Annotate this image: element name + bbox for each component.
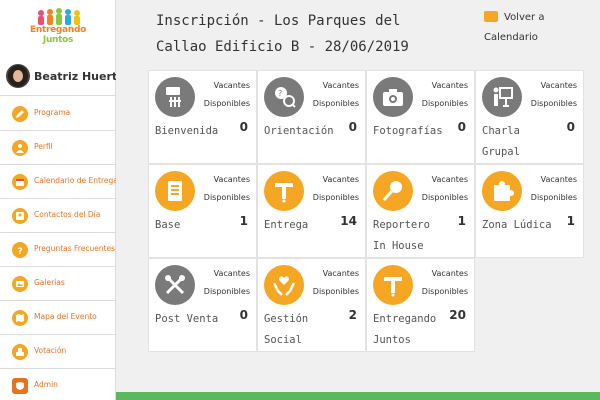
logo-text-line1: Entregando: [30, 25, 86, 35]
activity-card-post-venta[interactable]: Vacantes Disponibles Post Venta 0: [148, 258, 257, 352]
sidebar-item-perfil[interactable]: Perfil: [0, 131, 116, 165]
activity-label: Gestión Social: [264, 313, 309, 346]
activity-label: Bienvenida: [155, 125, 219, 137]
back-to-calendar-button[interactable]: Volver a Calendario: [482, 8, 592, 48]
vacantes-count: 0: [239, 308, 248, 322]
delivery-icon: [373, 265, 413, 305]
user-profile: Beatriz Huerta: [0, 60, 125, 96]
footer-bar: [116, 392, 600, 400]
logo-figures-icon: [38, 8, 80, 25]
puzzle-icon: [482, 171, 522, 211]
app-logo[interactable]: Entregando Juntos: [26, 8, 90, 52]
vacantes-count: 0: [239, 120, 248, 134]
sidebar-item-votacion[interactable]: Votación: [0, 335, 116, 369]
activity-card-base[interactable]: Vacantes Disponibles Base 1: [148, 164, 257, 258]
avatar[interactable]: [6, 64, 30, 88]
activity-label: Post Venta: [155, 313, 219, 325]
activity-card-fotografias[interactable]: Vacantes Disponibles Fotografías 0: [366, 70, 475, 164]
shield-icon: [12, 378, 28, 394]
activity-label: Fotografías: [373, 125, 443, 137]
page-title: Inscripción - Los Parques del Callao Edi…: [156, 13, 409, 55]
activity-label: Orientación: [264, 125, 334, 137]
sidebar-item-contactos[interactable]: Contactos del Día: [0, 199, 116, 233]
vacantes-count: 1: [566, 214, 575, 228]
sidebar: Entregando Juntos Beatriz Huerta Program…: [0, 0, 125, 400]
hands-heart-icon: [264, 265, 304, 305]
calendar-icon: [12, 174, 28, 190]
sidebar-item-label: Perfil: [34, 142, 53, 151]
activity-card-charla-grupal[interactable]: Vacantes Disponibles Charla Grupal 0: [475, 70, 584, 164]
activity-card-entregando-juntos[interactable]: Vacantes Disponibles Entregando Juntos 2…: [366, 258, 475, 352]
vacantes-count: 0: [348, 120, 357, 134]
activity-card-entrega[interactable]: Vacantes Disponibles Entrega 14: [257, 164, 366, 258]
presentation-icon: [482, 77, 522, 117]
tools-icon: [155, 265, 195, 305]
vacantes-label: Vacantes Disponibles: [312, 81, 359, 108]
question-icon: ?: [12, 242, 28, 258]
map-icon: [12, 310, 28, 326]
svg-text:?: ?: [18, 247, 23, 255]
activity-label: Entrega: [264, 219, 309, 231]
vacantes-label: Vacantes Disponibles: [421, 175, 468, 202]
vacantes-count: 1: [239, 214, 248, 228]
vacantes-label: Vacantes Disponibles: [203, 269, 250, 296]
vacantes-count: 14: [340, 214, 357, 228]
activity-card-zona-ludica[interactable]: Vacantes Disponibles Zona Lúdica 1: [475, 164, 584, 258]
activity-card-gestion-social[interactable]: Vacantes Disponibles Gestión Social 2: [257, 258, 366, 352]
activity-card-orientacion[interactable]: ? Vacantes Disponibles Orientación 0: [257, 70, 366, 164]
sidebar-item-label: Calendario de Entregas: [34, 176, 122, 185]
sidebar-item-galerias[interactable]: Galerías: [0, 267, 116, 301]
vacantes-label: Vacantes Disponibles: [203, 175, 250, 202]
vacantes-label: Vacantes Disponibles: [312, 269, 359, 296]
vacantes-label: Vacantes Disponibles: [530, 81, 577, 108]
sidebar-item-preguntas[interactable]: ? Preguntas Frecuentes: [0, 233, 116, 267]
pencil-icon: [12, 106, 28, 122]
sidebar-item-calendario[interactable]: Calendario de Entregas: [0, 165, 122, 199]
vacantes-label: Vacantes Disponibles: [530, 175, 577, 202]
camera-icon: [373, 77, 413, 117]
vacantes-count: 0: [457, 120, 466, 134]
vote-icon: [12, 344, 28, 360]
svg-text:?: ?: [278, 89, 282, 98]
sidebar-item-admin[interactable]: Admin: [0, 369, 116, 400]
vacantes-label: Vacantes Disponibles: [421, 81, 468, 108]
microphone-icon: [373, 171, 413, 211]
sidebar-item-label: Admin: [34, 380, 58, 389]
vacantes-count: 20: [449, 308, 466, 322]
user-name: Beatriz Huerta: [34, 70, 125, 83]
vacantes-count: 0: [566, 120, 575, 134]
user-icon: [12, 140, 28, 156]
vacantes-label: Vacantes Disponibles: [312, 175, 359, 202]
sidebar-item-label: Programa: [34, 108, 71, 117]
vacantes-count: 2: [348, 308, 357, 322]
sidebar-item-programa[interactable]: Programa: [0, 97, 116, 131]
sidebar-item-mapa[interactable]: Mapa del Evento: [0, 301, 116, 335]
vacantes-label: Vacantes Disponibles: [421, 269, 468, 296]
document-icon: [155, 171, 195, 211]
activity-label: Reportero In House: [373, 219, 430, 252]
sidebar-item-label: Mapa del Evento: [34, 312, 97, 321]
sidebar-menu: Programa Perfil Calendario de Entregas C…: [0, 97, 122, 400]
sidebar-item-label: Votación: [34, 346, 67, 355]
activity-label: Entregando Juntos: [373, 313, 437, 346]
sidebar-item-label: Preguntas Frecuentes: [34, 244, 116, 253]
activity-card-reportero[interactable]: Vacantes Disponibles Reportero In House …: [366, 164, 475, 258]
vacantes-count: 1: [457, 214, 466, 228]
vacantes-label: Vacantes Disponibles: [203, 81, 250, 108]
back-to-calendar-label: Volver a Calendario: [484, 12, 545, 43]
delivery-icon: [264, 171, 304, 211]
logo-text-line2: Juntos: [42, 35, 74, 45]
activity-label: Charla Grupal: [482, 125, 520, 158]
orientation-icon: ?: [264, 77, 304, 117]
main-content: Inscripción - Los Parques del Callao Edi…: [116, 0, 600, 400]
sidebar-item-label: Contactos del Día: [34, 210, 101, 219]
sidebar-item-label: Galerías: [34, 278, 65, 287]
gallery-icon: [12, 276, 28, 292]
activity-label: Base: [155, 219, 181, 231]
activity-card-bienvenida[interactable]: Vacantes Disponibles Bienvenida 0: [148, 70, 257, 164]
activity-label: Zona Lúdica: [482, 219, 552, 231]
welcome-sign-icon: [155, 77, 195, 117]
contacts-icon: [12, 208, 28, 224]
